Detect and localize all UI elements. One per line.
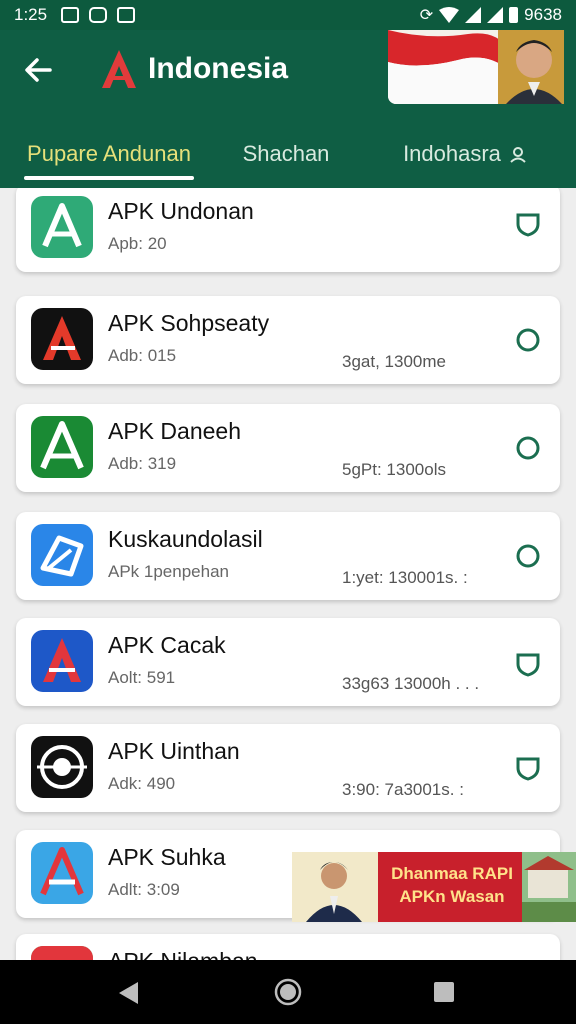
app-subtitle: Adb: 319 (108, 454, 177, 473)
app-name: Kuskaundolasil (108, 526, 263, 552)
app-size: 3gat, 1300me (342, 352, 446, 371)
profile-icon (510, 147, 526, 163)
sync-icon: ⟳ (419, 7, 434, 24)
list-item[interactable]: APK Cacak Aolt: 591 33g63 13000h . . . (16, 618, 560, 706)
tab-popular-downloads[interactable]: Pupare Andunan (0, 126, 218, 182)
nav-back-icon[interactable] (116, 980, 140, 1006)
app-name: APK Cacak (108, 632, 226, 658)
signal-icon-2 (487, 7, 504, 23)
nav-recents-icon[interactable] (432, 980, 456, 1004)
app-name: APK Uinthan (108, 738, 240, 764)
camera-notification-icon (89, 7, 108, 23)
app-subtitle: APk 1penpehan (108, 562, 229, 581)
app-title: Indonesia (148, 52, 289, 85)
app-size: 3:90: 7a3001s. : (342, 780, 464, 799)
app-icon (31, 842, 93, 904)
back-arrow-icon[interactable] (20, 52, 56, 88)
app-name: APK Daneeh (108, 418, 241, 444)
tab-bar: Pupare Andunan Shachan Indohasra (0, 126, 576, 182)
flag-banner-image (388, 30, 564, 104)
tab-label: Shachan (242, 141, 330, 166)
tab-label: Pupare Andunan (27, 141, 191, 166)
app-icon (31, 416, 93, 478)
message-notification-icon (117, 7, 136, 23)
list-item[interactable]: APK Uinthan Adk: 490 3:90: 7a3001s. : (16, 724, 560, 812)
status-time: 1:25 (14, 5, 48, 24)
list-item[interactable]: APK Nilamban (16, 934, 560, 960)
app-icon (31, 946, 93, 960)
app-name: APK Undonan (108, 198, 254, 224)
app-icon (31, 630, 93, 692)
app-bar: Indonesia Pupare Andunan Shachan Indohas… (0, 30, 576, 188)
app-icon (31, 524, 93, 586)
shield-icon[interactable] (514, 210, 542, 238)
app-subtitle: Apb: 20 (108, 234, 167, 253)
app-icon (31, 736, 93, 798)
photo-notification-icon (61, 7, 80, 23)
ad-text: Dhanmaa RAPI APKn Wasan (391, 864, 513, 906)
signal-icon (465, 7, 482, 23)
battery-level: 9638 (524, 5, 562, 24)
shield-icon[interactable] (514, 754, 542, 782)
wifi-icon (439, 7, 460, 23)
tab-indonesia[interactable]: Indohasra (354, 126, 576, 182)
app-size: 1:yet: 130001s. : (342, 568, 468, 587)
list-item[interactable]: APK Undonan Apb: 20 (16, 188, 560, 272)
app-subtitle: Adk: 490 (108, 774, 176, 793)
app-icon (31, 196, 93, 258)
battery-icon (509, 7, 519, 23)
shield-icon[interactable] (514, 650, 542, 678)
app-subtitle: Aolt: 591 (108, 668, 176, 687)
app-size: 5gPt: 1300ols (342, 460, 446, 479)
app-icon (31, 308, 93, 370)
system-nav-bar (0, 960, 576, 1024)
app-name: APK Sohpseaty (108, 310, 270, 336)
status-bar: 1:25 ⟳ 9638 (0, 0, 576, 30)
tab-label: Indohasra (403, 141, 501, 166)
list-item[interactable]: APK Daneeh Adb: 319 5gPt: 1300ols (16, 404, 560, 492)
nav-home-icon[interactable] (274, 978, 302, 1006)
circle-check-icon[interactable] (514, 542, 542, 570)
tab-search[interactable]: Shachan (218, 126, 354, 182)
circle-check-icon[interactable] (514, 326, 542, 354)
app-list: APK Undonan Apb: 20 APK Sohpseaty Adb: 0… (0, 188, 576, 960)
app-size: 33g63 13000h . . . (342, 674, 480, 693)
tab-indicator (24, 176, 194, 180)
app-subtitle: Adlt: 3:09 (108, 880, 180, 899)
circle-check-icon[interactable] (514, 434, 542, 462)
app-name: APK Suhka (108, 844, 226, 870)
ad-banner[interactable]: Dhanmaa RAPI APKn Wasan (292, 852, 576, 922)
list-item[interactable]: Kuskaundolasil APk 1penpehan 1:yet: 1300… (16, 512, 560, 600)
app-name: APK Nilamban (108, 948, 258, 960)
app-subtitle: Adb: 015 (108, 346, 177, 365)
list-item[interactable]: APK Sohpseaty Adb: 015 3gat, 1300me (16, 296, 560, 384)
app-logo-icon (102, 50, 136, 88)
